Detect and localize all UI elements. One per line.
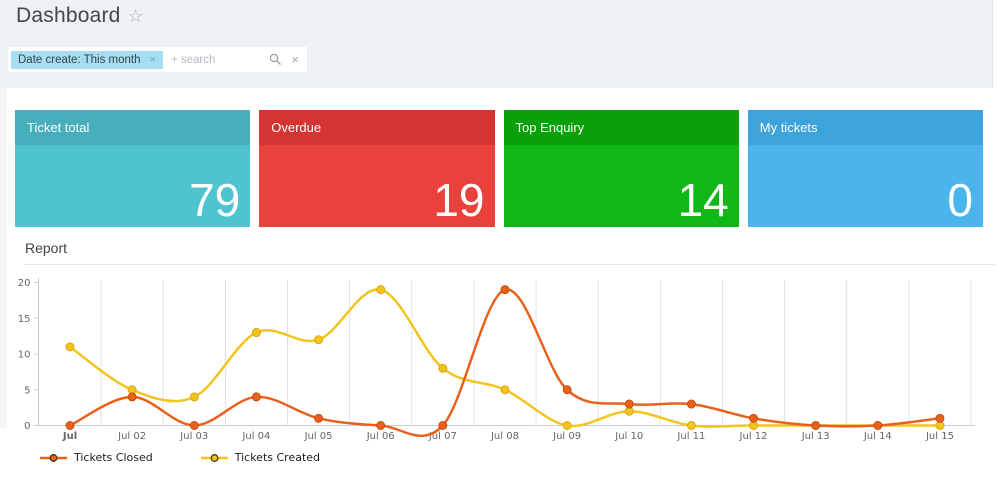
tickets-created-marker-icon (201, 453, 228, 463)
data-point[interactable] (936, 414, 944, 422)
x-tick-label: Jul 03 (179, 431, 208, 442)
x-tick-label: Jul 09 (552, 431, 581, 442)
card-overdue[interactable]: Overdue 19 (259, 110, 494, 227)
data-point[interactable] (874, 422, 882, 430)
data-point[interactable] (563, 422, 571, 430)
card-ticket-total[interactable]: Ticket total 79 (15, 110, 250, 227)
card-title: Overdue (259, 110, 494, 145)
filter-tag-remove-icon[interactable]: × (150, 54, 156, 66)
data-point[interactable] (66, 343, 74, 351)
data-point[interactable] (252, 393, 260, 401)
report-divider (25, 264, 995, 265)
data-point[interactable] (315, 414, 323, 422)
data-point[interactable] (687, 400, 695, 408)
report-section-title: Report (25, 240, 67, 256)
tickets-closed-marker-icon (40, 453, 67, 463)
x-tick-label: Jul 15 (925, 431, 954, 442)
data-point[interactable] (377, 286, 385, 294)
legend-item-tickets-closed[interactable]: Tickets Closed (40, 451, 153, 464)
chart-legend: Tickets Closed Tickets Created (40, 451, 368, 464)
x-tick-label: Jul 08 (490, 431, 519, 442)
data-point[interactable] (128, 393, 136, 401)
card-body: 0 (748, 145, 983, 227)
x-tick-label: Jul 10 (614, 431, 643, 442)
y-tick-label: 0 (24, 421, 30, 432)
data-point[interactable] (501, 286, 509, 294)
data-point[interactable] (252, 329, 260, 337)
legend-label: Tickets Closed (74, 451, 153, 464)
x-tick-label: Jul 04 (241, 431, 270, 442)
data-point[interactable] (439, 422, 447, 430)
card-title: My tickets (748, 110, 983, 145)
search-input[interactable] (171, 54, 269, 66)
filter-tag-label: Date create: This month (18, 54, 141, 66)
card-my-tickets[interactable]: My tickets 0 (748, 110, 983, 227)
card-value: 0 (947, 174, 973, 227)
favorite-star-icon[interactable]: ☆ (128, 6, 144, 26)
x-tick-label: Jul (62, 431, 77, 442)
data-point[interactable] (439, 364, 447, 372)
x-tick-label: Jul 13 (801, 431, 830, 442)
data-point[interactable] (687, 422, 695, 430)
clear-search-icon[interactable]: × (291, 52, 299, 67)
data-point[interactable] (563, 386, 571, 394)
legend-item-tickets-created[interactable]: Tickets Created (201, 451, 320, 464)
card-title: Ticket total (15, 110, 250, 145)
data-point[interactable] (190, 393, 198, 401)
card-top-enquiry[interactable]: Top Enquiry 14 (504, 110, 739, 227)
header-band (0, 0, 993, 88)
legend-label: Tickets Created (235, 451, 320, 464)
x-tick-label: Jul 05 (304, 431, 333, 442)
data-point[interactable] (625, 400, 633, 408)
card-body: 19 (259, 145, 494, 227)
search-icon[interactable] (269, 53, 282, 66)
data-point[interactable] (315, 336, 323, 344)
x-tick-label: Jul 14 (863, 431, 892, 442)
search-bar[interactable]: Date create: This month × × (8, 47, 307, 72)
data-point[interactable] (190, 422, 198, 430)
x-tick-label: Jul 11 (676, 431, 705, 442)
data-point[interactable] (812, 422, 820, 430)
data-point[interactable] (501, 386, 509, 394)
x-tick-label: Jul 06 (366, 431, 395, 442)
card-body: 14 (504, 145, 739, 227)
card-value: 14 (678, 174, 729, 227)
data-point[interactable] (750, 414, 758, 422)
data-point[interactable] (66, 422, 74, 430)
x-tick-label: Jul 12 (739, 431, 768, 442)
y-tick-label: 5 (24, 385, 30, 396)
card-body: 79 (15, 145, 250, 227)
y-tick-label: 10 (18, 350, 31, 361)
series-line-tickets-created (70, 289, 940, 426)
y-tick-label: 20 (18, 278, 31, 289)
series-line-tickets-closed (70, 289, 940, 435)
card-title: Top Enquiry (504, 110, 739, 145)
data-point[interactable] (377, 422, 385, 430)
x-tick-label: Jul 02 (117, 431, 146, 442)
filter-tag-date-create[interactable]: Date create: This month × (11, 51, 163, 69)
card-value: 79 (189, 174, 240, 227)
page-title: Dashboard ☆ (16, 4, 144, 28)
report-chart: 0 5 10 15 20 Jul Jul 02 Jul 03 Jul 04 Jul 05 Jul 0… (0, 268, 1000, 453)
y-tick-label: 15 (18, 314, 31, 325)
card-value: 19 (433, 174, 484, 227)
kpi-cards-row: Ticket total 79 Overdue 19 Top Enquiry 1… (15, 110, 983, 227)
page-title-text: Dashboard (16, 4, 121, 27)
